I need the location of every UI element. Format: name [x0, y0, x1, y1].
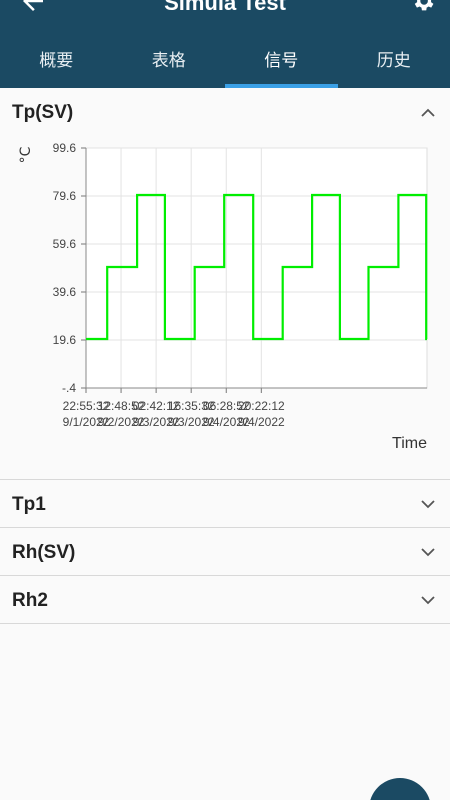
gear-icon[interactable]: [410, 0, 436, 14]
y-tick-label: 19.6: [53, 333, 77, 347]
y-tick-label: -.4: [62, 381, 76, 395]
tab-overview[interactable]: 概要: [0, 40, 113, 88]
tab-history[interactable]: 历史: [338, 40, 450, 88]
chevron-down-icon[interactable]: [420, 592, 436, 608]
y-tick-label: 79.6: [53, 189, 77, 203]
x-axis-label: Time: [392, 435, 427, 452]
x-tick-date-label: 9/4/2022: [238, 415, 285, 429]
y-tick-label: 59.6: [53, 237, 77, 251]
y-tick-label: 39.6: [53, 285, 77, 299]
chevron-down-icon[interactable]: [420, 496, 436, 512]
chevron-up-icon[interactable]: [420, 105, 436, 121]
section-title-tp1: Tp1: [12, 494, 46, 515]
tab-table[interactable]: 表格: [113, 40, 226, 88]
section-title-rh-sv: Rh(SV): [12, 542, 76, 563]
section-tp1[interactable]: Tp1: [0, 480, 450, 528]
tp-sv-chart: 99.6 79.6 59.6 39.6 19.6 -.4 22:55:32 9/1/2022…: [0, 133, 450, 479]
x-tick-time-label: 20:22:12: [238, 399, 285, 413]
y-axis-label: °C: [18, 146, 34, 163]
chevron-down-icon[interactable]: [420, 544, 436, 560]
section-title-tp-sv[interactable]: Tp(SV): [12, 102, 73, 124]
tab-signal[interactable]: 信号: [225, 40, 338, 88]
y-tick-label: 99.6: [53, 141, 77, 155]
floating-action-button[interactable]: [369, 778, 431, 800]
section-title-rh2: Rh2: [12, 590, 48, 611]
app-title: Simula Test: [164, 0, 286, 15]
tab-bar: 概要 表格 信号 历史: [0, 40, 450, 88]
line-chart: 99.679.659.639.619.6-.4 22:55:329/1/2022…: [18, 141, 428, 452]
app-bar: Simula Test 概要 表格 信号 历史: [0, 0, 450, 88]
section-rh2[interactable]: Rh2: [0, 576, 450, 624]
section-rh-sv[interactable]: Rh(SV): [0, 528, 450, 576]
